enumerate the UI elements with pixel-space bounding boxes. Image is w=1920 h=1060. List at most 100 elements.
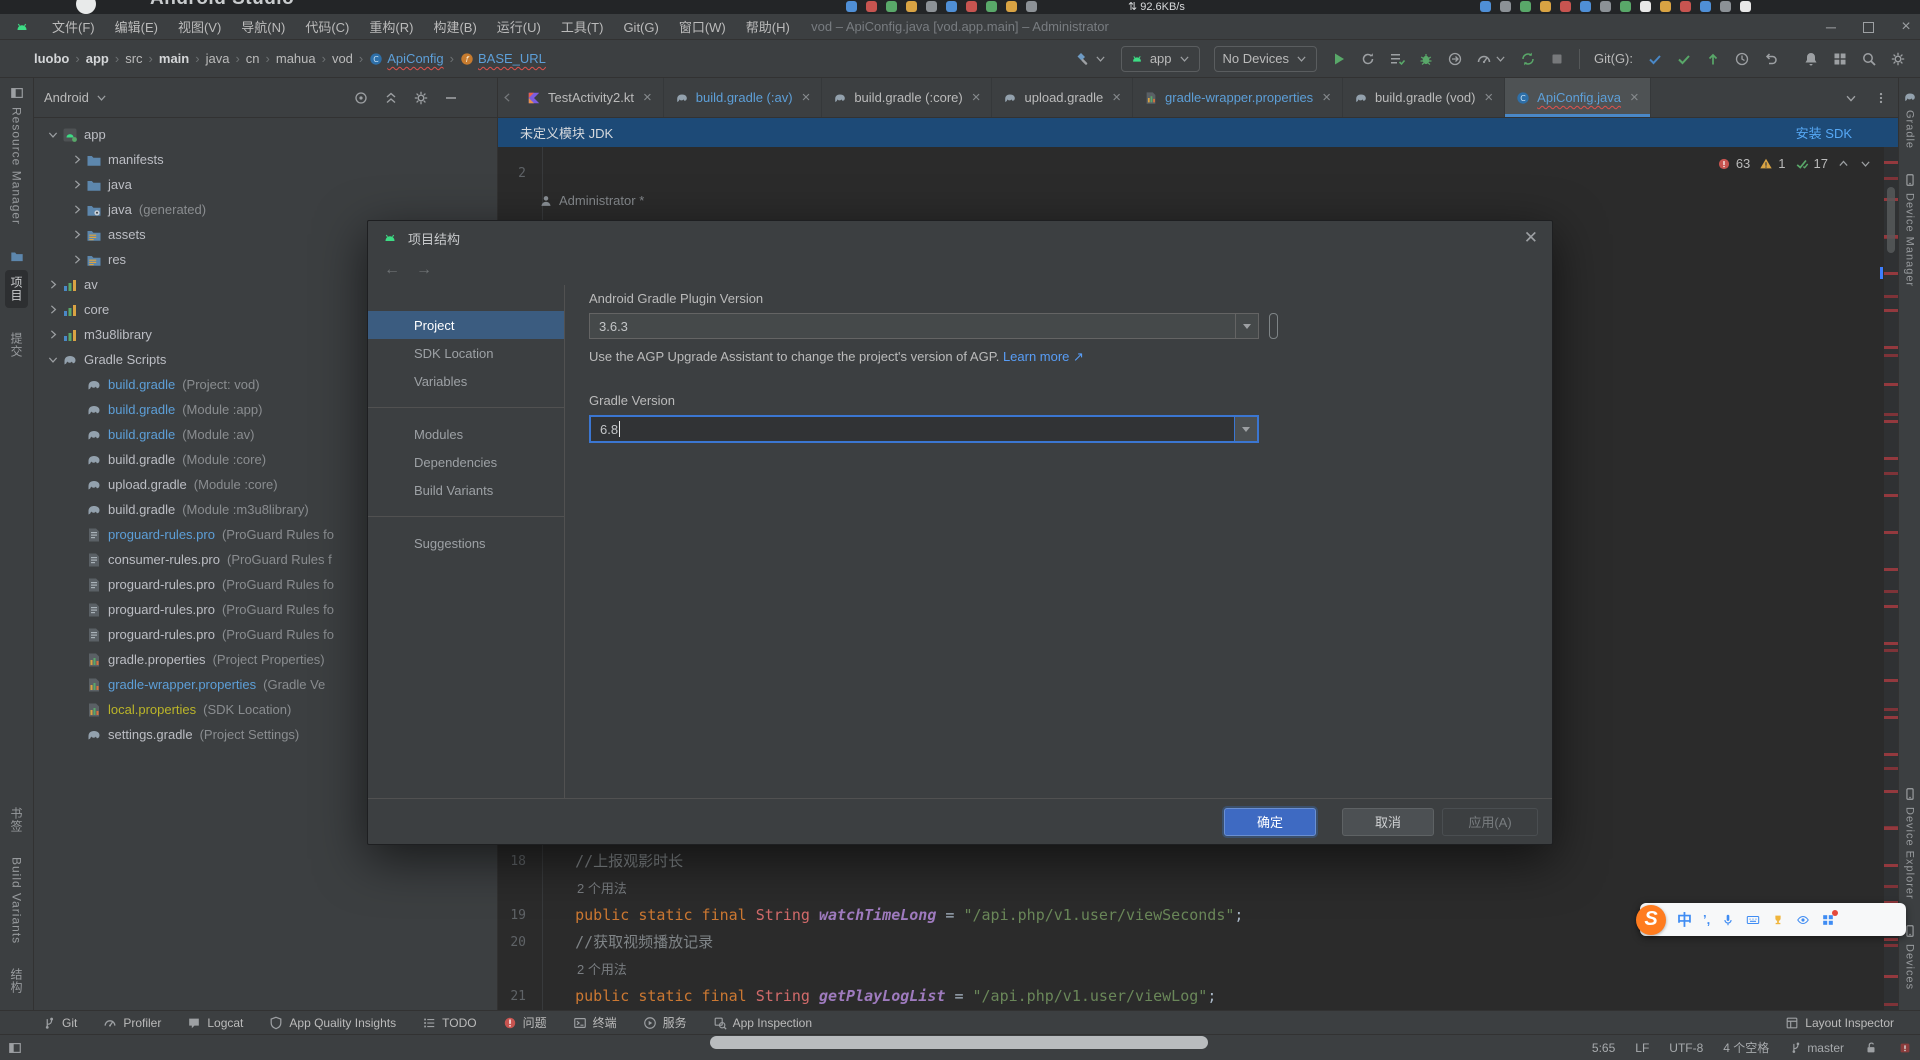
- install-sdk-link[interactable]: 安装 SDK: [1796, 123, 1852, 142]
- breadcrumb-item[interactable]: cn: [246, 51, 260, 66]
- menu-item[interactable]: 导航(N): [231, 17, 295, 36]
- breadcrumb-item[interactable]: app: [86, 51, 109, 66]
- apply-button[interactable]: 应用(A): [1442, 808, 1538, 836]
- tab-close-icon[interactable]: ×: [1484, 89, 1493, 106]
- tool-window-button[interactable]: App Inspection: [713, 1016, 812, 1030]
- dialog-title-bar[interactable]: 项目结构 ✕: [368, 221, 1552, 255]
- stop-button[interactable]: [1549, 51, 1565, 67]
- tool-stripe-button[interactable]: 书签: [8, 807, 25, 833]
- chevron-down-icon[interactable]: [44, 353, 62, 366]
- caret-position[interactable]: 5:65: [1592, 1041, 1615, 1055]
- locate-file-button[interactable]: [353, 90, 369, 106]
- layout-inspector-button[interactable]: Layout Inspector: [1785, 1016, 1894, 1030]
- dialog-sidebar-item-sdk-location[interactable]: SDK Location: [368, 339, 564, 367]
- dialog-sidebar-item-modules[interactable]: Modules: [368, 420, 564, 448]
- close-button[interactable]: ×: [1900, 21, 1912, 33]
- sogou-logo[interactable]: S: [1636, 905, 1666, 935]
- tool-stripe-button[interactable]: Device Manager: [1903, 173, 1917, 287]
- editor-tab[interactable]: build.gradle (vod)×: [1343, 78, 1505, 117]
- hidden-tabs-button[interactable]: [1844, 91, 1858, 105]
- tool-stripe-button[interactable]: 提交: [8, 332, 25, 358]
- chevron-right-icon[interactable]: [44, 303, 62, 316]
- tab-close-icon[interactable]: ×: [972, 89, 981, 106]
- menu-item[interactable]: Git(G): [613, 20, 668, 35]
- chevron-right-icon[interactable]: [68, 153, 86, 166]
- dialog-sidebar-item-variables[interactable]: Variables: [368, 367, 564, 395]
- dialog-sidebar-item-project[interactable]: Project: [368, 311, 564, 339]
- ime-toolbox-icon[interactable]: [1821, 913, 1835, 927]
- tab-close-icon[interactable]: ×: [1630, 89, 1639, 106]
- tool-window-button[interactable]: Logcat: [187, 1016, 243, 1030]
- chevron-right-icon[interactable]: [68, 253, 86, 266]
- tool-window-button[interactable]: Profiler: [103, 1016, 161, 1030]
- profiler-button[interactable]: [1476, 51, 1507, 67]
- editor-options-button[interactable]: [1874, 91, 1888, 105]
- tree-item[interactable]: manifests: [34, 147, 497, 172]
- hide-panel-button[interactable]: [443, 90, 459, 106]
- git-push-button[interactable]: [1705, 51, 1721, 67]
- editor-horizontal-scrollbar[interactable]: [710, 1036, 1208, 1049]
- ime-mic-icon[interactable]: [1721, 913, 1735, 927]
- menu-item[interactable]: 文件(F): [42, 17, 105, 36]
- maximize-button[interactable]: [1863, 22, 1874, 33]
- breadcrumb-item[interactable]: vod: [332, 51, 353, 66]
- dialog-sidebar-item-dependencies[interactable]: Dependencies: [368, 448, 564, 476]
- run-button[interactable]: [1331, 51, 1347, 67]
- editor-tab[interactable]: CApiConfig.java×: [1505, 78, 1651, 117]
- menu-item[interactable]: 构建(B): [423, 17, 486, 36]
- editor-tab[interactable]: gradle-wrapper.properties×: [1133, 78, 1343, 117]
- line-separator[interactable]: LF: [1635, 1041, 1649, 1055]
- gradle-version-combobox[interactable]: 6.8: [589, 415, 1259, 443]
- tool-stripe-button[interactable]: 结构: [8, 968, 25, 994]
- breadcrumb-item[interactable]: java: [206, 51, 230, 66]
- git-commit-button[interactable]: [1676, 51, 1692, 67]
- breadcrumb-item[interactable]: main: [159, 51, 189, 66]
- search-everywhere-button[interactable]: [1861, 51, 1877, 67]
- menu-item[interactable]: 窗口(W): [669, 17, 736, 36]
- tool-windows-toggle-icon[interactable]: [8, 1041, 22, 1055]
- tool-window-button[interactable]: 问题: [503, 1014, 547, 1031]
- tool-stripe-button[interactable]: Build Variants: [10, 857, 24, 944]
- tab-close-icon[interactable]: ×: [643, 89, 652, 106]
- tool-window-button[interactable]: App Quality Insights: [269, 1016, 396, 1030]
- forward-button[interactable]: →: [416, 261, 432, 279]
- tab-close-icon[interactable]: ×: [1322, 89, 1331, 106]
- collapse-all-button[interactable]: [383, 90, 399, 106]
- error-stripe[interactable]: [1884, 147, 1898, 1010]
- notifications-icon[interactable]: [1803, 51, 1819, 67]
- ime-skin-icon[interactable]: [1771, 913, 1785, 927]
- device-selector[interactable]: No Devices: [1214, 46, 1317, 72]
- tool-window-button[interactable]: TODO: [422, 1016, 476, 1030]
- menu-item[interactable]: 工具(T): [551, 17, 614, 36]
- project-view-selector[interactable]: Android: [44, 90, 108, 105]
- agp-dropdown-arrow[interactable]: [1235, 314, 1258, 338]
- editor-scrollbar-thumb[interactable]: [1887, 187, 1895, 253]
- menu-item[interactable]: 帮助(H): [736, 17, 800, 36]
- run-config-selector[interactable]: app: [1121, 46, 1200, 72]
- settings-button[interactable]: [1890, 51, 1906, 67]
- debug-button[interactable]: [1418, 51, 1434, 67]
- coverage-button[interactable]: [1389, 51, 1405, 67]
- tree-item[interactable]: java: [34, 172, 497, 197]
- layout-grid-icon[interactable]: [1832, 51, 1848, 67]
- tool-window-button[interactable]: Git: [42, 1016, 77, 1030]
- gradle-sync-button[interactable]: [1520, 51, 1536, 67]
- menu-item[interactable]: 视图(V): [168, 17, 231, 36]
- file-encoding[interactable]: UTF-8: [1669, 1041, 1703, 1055]
- history-button[interactable]: [1734, 51, 1750, 67]
- breadcrumb-item[interactable]: src: [125, 51, 142, 66]
- panel-options-button[interactable]: [413, 90, 429, 106]
- attach-debugger-button[interactable]: [1447, 51, 1463, 67]
- chevron-right-icon[interactable]: [44, 328, 62, 341]
- git-update-button[interactable]: [1647, 51, 1663, 67]
- breadcrumb-item[interactable]: luobo: [34, 51, 69, 66]
- chevron-right-icon[interactable]: [68, 178, 86, 191]
- chevron-down-icon[interactable]: [44, 128, 62, 141]
- breadcrumb-item[interactable]: CApiConfig: [369, 51, 443, 66]
- editor-tab[interactable]: build.gradle (:av)×: [664, 78, 823, 117]
- editor-tab[interactable]: build.gradle (:core)×: [822, 78, 992, 117]
- ok-button[interactable]: 确定: [1224, 808, 1316, 836]
- ime-punctuation-toggle[interactable]: ’,: [1703, 912, 1710, 927]
- agp-version-combobox[interactable]: 3.6.3: [589, 313, 1259, 339]
- cancel-button[interactable]: 取消: [1342, 808, 1434, 836]
